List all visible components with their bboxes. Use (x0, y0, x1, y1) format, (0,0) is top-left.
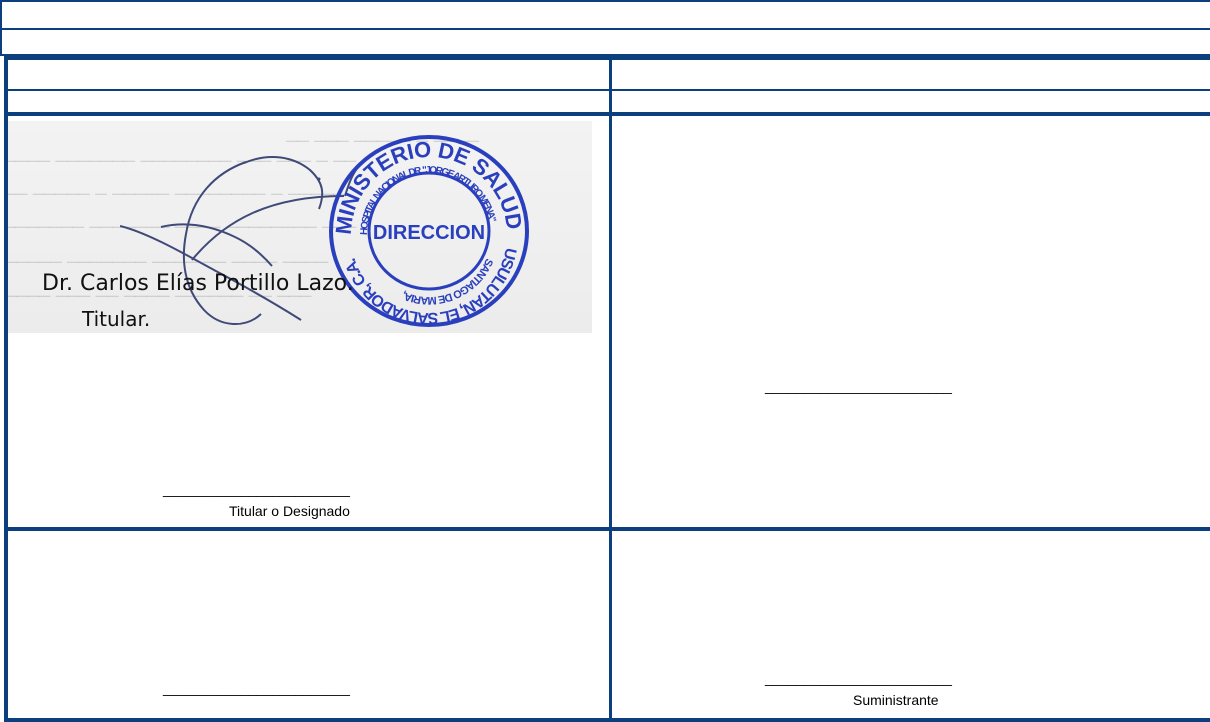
signatory-title: Titular. (82, 307, 151, 331)
signature-line-bottom-right: ________________________ (765, 670, 952, 686)
signature-line-top-right: ________________________ (765, 378, 952, 394)
signature-line-bottom-left: ________________________ (163, 680, 350, 696)
label-top-left: Titular o Designado (229, 503, 350, 519)
header-divider (0, 28, 1210, 30)
signature-image: __ ___ _____ _ ____ ____ _______ _______… (8, 121, 592, 333)
signature-line-top-left: ________________________ (163, 481, 350, 497)
label-bottom-right: Suministrante (853, 692, 939, 708)
column-divider (609, 60, 612, 722)
signatory-name: Dr. Carlos Elías Portillo Lazo. (42, 271, 354, 296)
